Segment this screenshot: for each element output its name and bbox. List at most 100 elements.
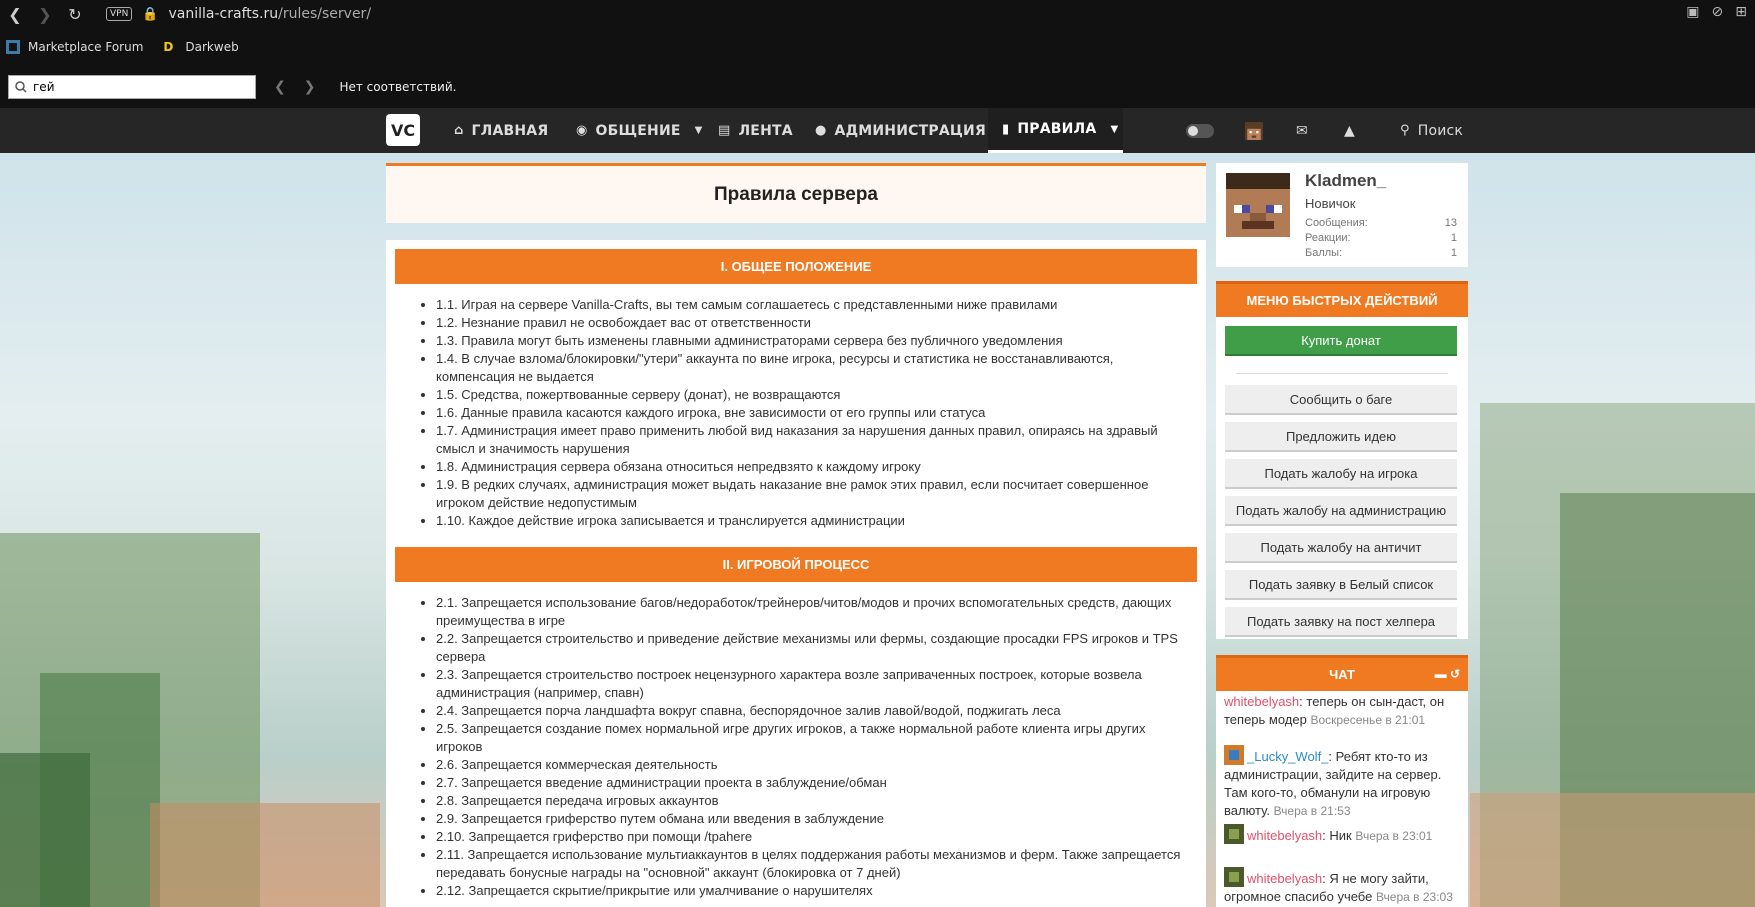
find-prev-icon[interactable]: ❮ (274, 79, 286, 95)
bookmark-marketplace[interactable]: Marketplace Forum (0, 40, 143, 54)
rule-item: 2.7. Запрещается введение администрации … (436, 774, 1186, 792)
page-title: Правила сервера (713, 183, 878, 205)
stat-row: Баллы: 1 (1305, 247, 1457, 259)
suggest-idea-button[interactable]: Предложить идею (1225, 422, 1457, 452)
chat-text: : Ник (1322, 828, 1352, 843)
site-logo[interactable]: VC (386, 114, 420, 146)
chat-time: Вчера в 23:03 (1375, 890, 1453, 904)
chat-message: whitebelyash: Я не могу зайти, огромное … (1224, 867, 1460, 906)
chevron-down-icon[interactable]: ▼ (695, 125, 703, 136)
camera-icon[interactable]: ▣ (1686, 4, 1699, 20)
rule-item: 2.6. Запрещается коммерческая деятельнос… (436, 756, 1186, 774)
nav-label: ЛЕНТА (738, 122, 793, 139)
stat-label: Баллы: (1305, 247, 1343, 259)
rule-item: 1.2. Незнание правил не освобождает вас … (436, 314, 1186, 332)
rule-item: 2.5. Запрещается создание помех нормальн… (436, 720, 1186, 756)
page-title-card: Правила сервера (386, 163, 1206, 223)
nav-administration[interactable]: ● АДМИНИСТРАЦИЯ (815, 108, 986, 153)
stat-label: Реакции: (1305, 232, 1351, 244)
username[interactable]: Kladmen_ (1305, 171, 1386, 191)
minimize-icon[interactable]: ▬ (1435, 667, 1447, 681)
search-button[interactable]: ⚲ Поиск (1400, 108, 1463, 153)
site-nav: VC ⌂ ГЛАВНАЯ ◉ ОБЩЕНИЕ ▼ ▤ ЛЕНТА ● АДМИНИСТРА… (0, 108, 1755, 153)
user-icon: ● (815, 123, 827, 138)
chat-user[interactable]: whitebelyash (1247, 871, 1322, 886)
rule-item: 1.1. Играя на сервере Vanilla-Crafts, вы… (436, 296, 1186, 314)
buy-donate-button[interactable]: Купить донат (1225, 326, 1457, 356)
rule-item: 1.10. Каждое действие игрока записываетс… (436, 512, 1186, 530)
stat-value: 1 (1450, 232, 1457, 244)
nav-home[interactable]: ⌂ ГЛАВНАЯ (454, 108, 548, 153)
rule-item: 2.2. Запрещается строительство и приведе… (436, 630, 1186, 666)
nav-feed[interactable]: ▤ ЛЕНТА (718, 108, 793, 153)
divider (1236, 373, 1448, 374)
quick-actions: МЕНЮ БЫСТРЫХ ДЕЙСТВИЙ Купить донат Сообщ… (1216, 281, 1468, 639)
chat-user[interactable]: whitebelyash (1224, 694, 1299, 709)
rules-list: 1.1. Играя на сервере Vanilla-Crafts, вы… (436, 296, 1186, 530)
avatar[interactable] (1224, 824, 1244, 844)
avatar[interactable] (1224, 867, 1244, 887)
reload-icon[interactable]: ↻ (60, 0, 90, 28)
avatar[interactable] (1245, 122, 1263, 140)
rule-item: 1.3. Правила могут быть изменены главным… (436, 332, 1186, 350)
rule-item: 2.10. Запрещается гриферство при помощи … (436, 828, 1186, 846)
forward-icon[interactable]: ❯ (30, 0, 60, 28)
chat-heading: ЧАТ ▬ ↺ (1216, 655, 1468, 691)
report-bug-button[interactable]: Сообщить о баге (1225, 385, 1457, 415)
chat-message: _Lucky_Wolf_: Ребят кто-то из администра… (1224, 745, 1460, 820)
section-heading: I. ОБЩЕЕ ПОЛОЖЕНИЕ (395, 249, 1197, 284)
report-admin-button[interactable]: Подать жалобу на администрацию (1225, 496, 1457, 526)
chat-bubble-icon: ◉ (576, 123, 588, 138)
find-field[interactable] (8, 75, 256, 99)
back-icon[interactable]: ❮ (0, 0, 30, 28)
lock-icon[interactable]: 🔒 (142, 7, 158, 22)
report-player-button[interactable]: Подать жалобу на игрока (1225, 459, 1457, 489)
url-domain: vanilla-crafts.ru (168, 6, 279, 22)
inbox-icon[interactable]: ✉ (1296, 108, 1308, 153)
rule-item: 1.6. Данные правила касаются каждого игр… (436, 404, 1186, 422)
rule-item: 2.8. Запрещается передача игровых аккаун… (436, 792, 1186, 810)
search-icon (15, 81, 27, 93)
nav-label: АДМИНИСТРАЦИЯ (834, 122, 986, 139)
helper-apply-button[interactable]: Подать заявку на пост хелпера (1225, 607, 1457, 637)
history-icon[interactable]: ↺ (1450, 667, 1460, 681)
extension-icon[interactable]: ⊞ (1735, 4, 1747, 20)
nav-label: ПРАВИЛА (1017, 121, 1097, 137)
block-icon[interactable]: ⊘ (1712, 4, 1724, 20)
stat-value: 13 (1444, 217, 1457, 229)
nav-rules[interactable]: ▮ ПРАВИЛА ▼ (988, 108, 1123, 153)
bookmark-darkweb[interactable]: D Darkweb (157, 40, 238, 54)
stat-row: Реакции: 1 (1305, 232, 1457, 244)
avatar[interactable] (1224, 745, 1244, 765)
avatar[interactable] (1226, 173, 1290, 237)
document-icon: ▤ (718, 123, 731, 138)
chat-user[interactable]: whitebelyash (1247, 828, 1322, 843)
rule-item: 1.8. Администрация сервера обязана относ… (436, 458, 1186, 476)
bookmarks-bar: Marketplace Forum D Darkweb (0, 28, 1755, 66)
find-next-icon[interactable]: ❯ (304, 79, 316, 95)
find-bar: ❮ ❯ Нет соответствий. (0, 66, 1755, 108)
address-bar[interactable]: vanilla-crafts.ru/rules/server/ (169, 6, 372, 22)
chevron-down-icon[interactable]: ▼ (1110, 124, 1118, 135)
nav-label: ОБЩЕНИЕ (595, 122, 681, 139)
rules-card: I. ОБЩЕЕ ПОЛОЖЕНИЕ 1.1. Играя на сервере… (386, 240, 1206, 907)
vpn-badge[interactable]: VPN (106, 7, 133, 21)
find-input[interactable] (33, 80, 243, 94)
rule-item: 2.9. Запрещается гриферство путем обмана… (436, 810, 1186, 828)
rule-item: 2.1. Запрещается использование багов/нед… (436, 594, 1186, 630)
report-anticheat-button[interactable]: Подать жалобу на античит (1225, 533, 1457, 563)
user-card: Kladmen_ Новичок Сообщения: 13 Реакции: 1 … (1216, 163, 1468, 267)
whitelist-apply-button[interactable]: Подать заявку в Белый список (1225, 570, 1457, 600)
bell-icon[interactable]: ▲ (1344, 108, 1355, 153)
theme-toggle[interactable] (1186, 124, 1214, 138)
rule-item: 1.5. Средства, пожертвованные серверу (д… (436, 386, 1186, 404)
rule-item: 1.4. В случае взлома/блокировки/"утери" … (436, 350, 1186, 386)
chat-user[interactable]: _Lucky_Wolf_ (1247, 749, 1328, 764)
rule-item: 2.3. Запрещается строительство построек … (436, 666, 1186, 702)
chat-message: whitebelyash: теперь он сын-даст, он теп… (1224, 693, 1460, 729)
rule-item: 2.4. Запрещается порча ландшафта вокруг … (436, 702, 1186, 720)
chat-message: whitebelyash: Ник Вчера в 23:01 (1224, 824, 1460, 845)
rule-item: 2.11. Запрещается использование мультиак… (436, 846, 1186, 882)
nav-communication[interactable]: ◉ ОБЩЕНИЕ ▼ (576, 108, 703, 153)
stat-label: Сообщения: (1305, 217, 1368, 229)
